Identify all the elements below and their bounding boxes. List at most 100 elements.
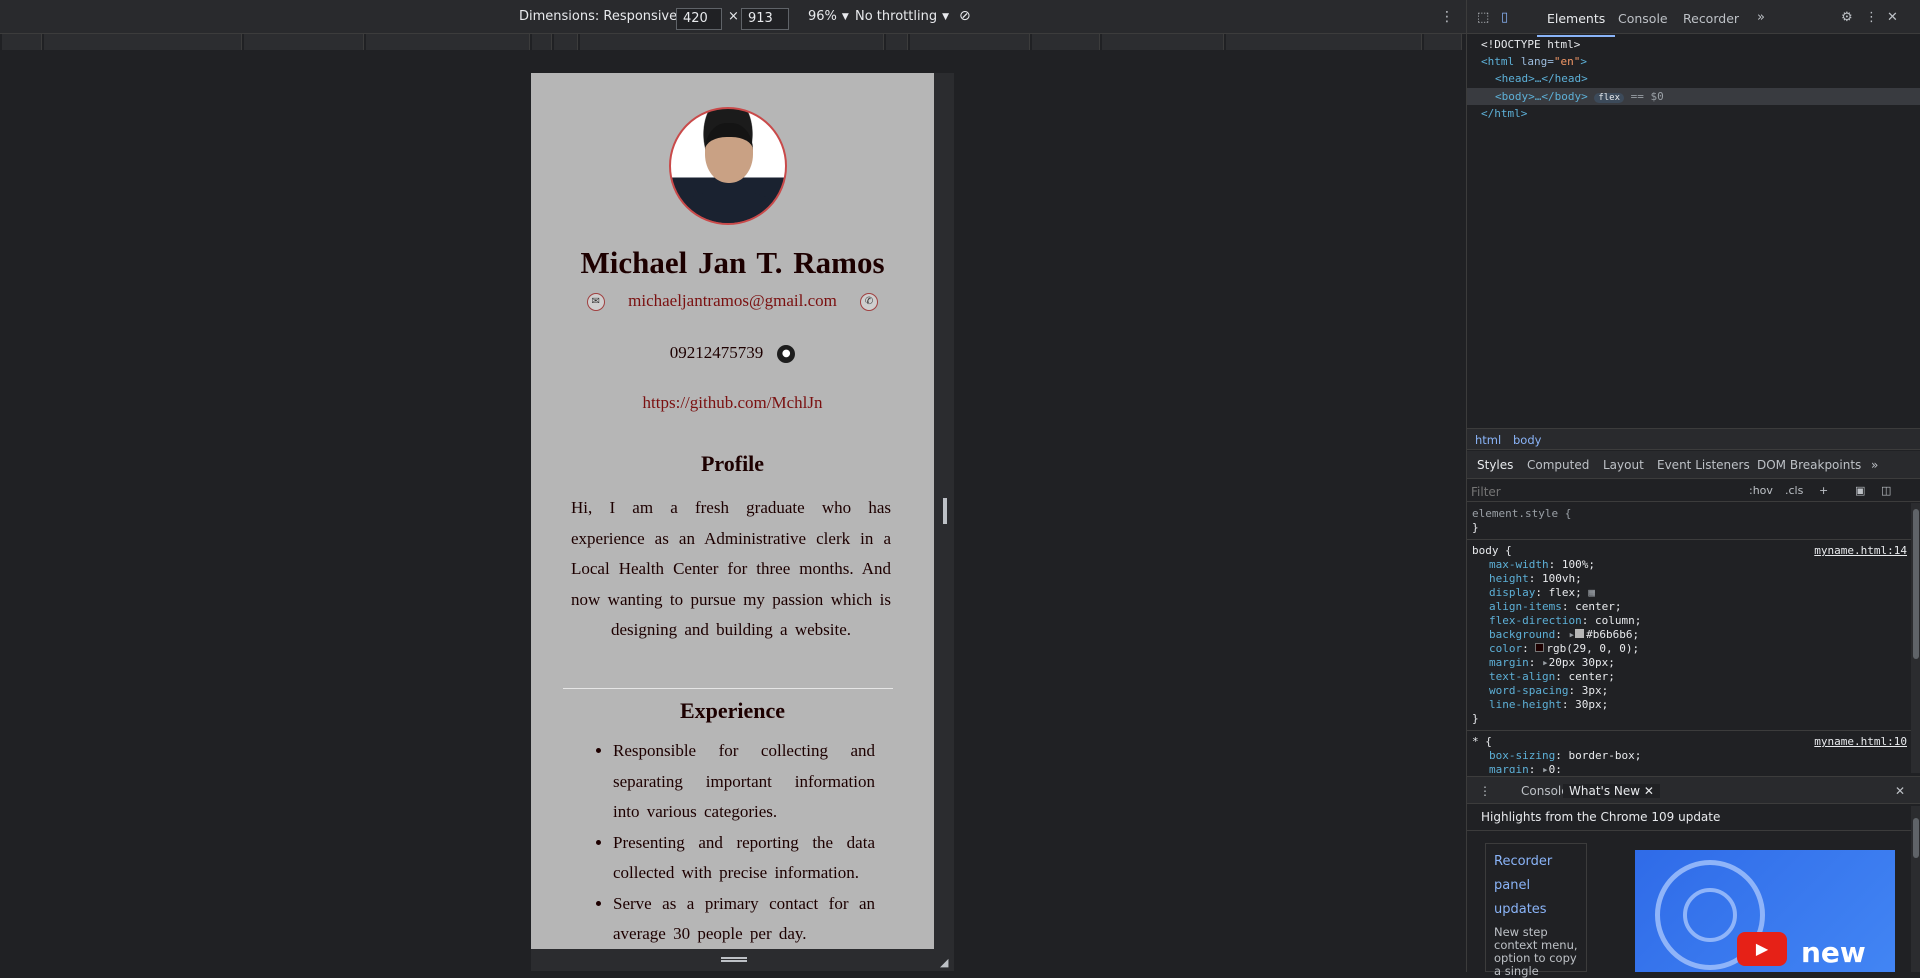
media-query-segment[interactable] bbox=[910, 34, 1030, 50]
flex-editor-icon[interactable]: ▦ bbox=[1588, 586, 1595, 599]
zoom-dropdown[interactable]: 96% ▼ bbox=[808, 9, 849, 24]
paint-icon[interactable]: ▣ bbox=[1855, 484, 1865, 497]
inspect-icon[interactable]: ⬚ bbox=[1477, 10, 1489, 25]
drawer-menu-icon[interactable]: ⋮ bbox=[1479, 784, 1491, 798]
hov-toggle[interactable]: :hov bbox=[1749, 484, 1773, 497]
css-declaration[interactable]: align-items: center; bbox=[1489, 600, 1621, 614]
css-declaration[interactable]: text-align: center; bbox=[1489, 670, 1615, 684]
new-rule-button[interactable]: + bbox=[1819, 484, 1828, 497]
close-tab-icon[interactable]: ✕ bbox=[1644, 784, 1654, 798]
css-declaration[interactable]: box-sizing: border-box; bbox=[1489, 749, 1641, 763]
flex-badge[interactable]: flex bbox=[1594, 93, 1625, 103]
device-toggle-icon[interactable]: ▯ bbox=[1501, 10, 1508, 25]
body-rule-source[interactable]: myname.html:14 bbox=[1814, 544, 1907, 558]
corner-resize-icon[interactable]: ◢ bbox=[940, 956, 948, 969]
css-declaration[interactable]: color: rgb(29, 0, 0); bbox=[1489, 642, 1639, 656]
body-rule-selector[interactable]: body { bbox=[1472, 544, 1512, 558]
expand-icon[interactable]: ▸ bbox=[1542, 763, 1549, 773]
drawer-tab-console[interactable]: Console bbox=[1521, 784, 1569, 798]
scrollbar-thumb[interactable] bbox=[1913, 818, 1919, 858]
media-query-segment[interactable] bbox=[1102, 34, 1224, 50]
drawer-tab-whats-new[interactable]: What's New ✕ bbox=[1563, 784, 1660, 798]
more-options-icon[interactable]: ⋮ bbox=[1440, 9, 1454, 25]
styles-rules: element.style { } body { myname.html:14 … bbox=[1467, 503, 1911, 773]
css-declaration[interactable]: max-width: 100%; bbox=[1489, 558, 1595, 572]
github-link[interactable]: https://github.com/MchlJn bbox=[643, 393, 823, 412]
whats-new-card[interactable]: Recorder panel updates New step context … bbox=[1485, 843, 1587, 978]
star-rule-selector[interactable]: * { bbox=[1472, 735, 1492, 749]
media-query-segment[interactable] bbox=[554, 34, 578, 50]
css-declaration[interactable]: display: flex; ▦ bbox=[1489, 586, 1595, 600]
css-declaration[interactable]: height: 100vh; bbox=[1489, 572, 1582, 586]
card-link-line[interactable]: updates bbox=[1494, 898, 1578, 922]
gear-icon[interactable]: ⚙ bbox=[1841, 10, 1853, 25]
video-thumbnail[interactable]: ▶ new bbox=[1635, 850, 1895, 972]
css-declaration[interactable]: flex-direction: column; bbox=[1489, 614, 1641, 628]
throttling-dropdown[interactable]: No throttling ▼ bbox=[855, 9, 949, 24]
css-declaration[interactable]: word-spacing: 3px; bbox=[1489, 684, 1608, 698]
more-tabs-icon[interactable]: » bbox=[1757, 10, 1765, 25]
media-query-segment[interactable] bbox=[886, 34, 908, 50]
scrollbar-thumb[interactable] bbox=[1913, 509, 1919, 659]
css-value: rgb(29, 0, 0); bbox=[1546, 642, 1640, 655]
star-rule-source[interactable]: myname.html:10 bbox=[1814, 735, 1907, 749]
sidebar-toggle-icon[interactable]: ◫ bbox=[1881, 484, 1891, 497]
right-resize-handle[interactable] bbox=[934, 73, 954, 949]
media-query-segment[interactable] bbox=[1424, 34, 1462, 50]
css-declaration[interactable]: line-height: 30px; bbox=[1489, 698, 1608, 712]
cls-toggle[interactable]: .cls bbox=[1785, 484, 1803, 497]
dom-body[interactable]: <body>…</body> flex == $0 bbox=[1495, 90, 1664, 103]
tab-recorder[interactable]: Recorder bbox=[1683, 11, 1739, 26]
breadcrumb-html[interactable]: html bbox=[1475, 433, 1501, 447]
youtube-play-icon[interactable]: ▶ bbox=[1737, 932, 1787, 966]
media-query-segment[interactable] bbox=[244, 34, 364, 50]
css-declaration[interactable]: margin: ▸0; bbox=[1489, 763, 1562, 773]
close-icon[interactable]: ✕ bbox=[1887, 10, 1898, 25]
photo-shirt bbox=[681, 191, 777, 223]
css-declaration[interactable]: margin: ▸20px 30px; bbox=[1489, 656, 1615, 670]
tab-event-listeners[interactable]: Event Listeners bbox=[1657, 458, 1750, 472]
media-query-segment[interactable] bbox=[1032, 34, 1100, 50]
media-query-segment[interactable] bbox=[532, 34, 552, 50]
media-query-segment[interactable] bbox=[2, 34, 42, 50]
dom-html-open[interactable]: <html lang="en"> bbox=[1481, 55, 1587, 68]
css-property: line-height bbox=[1489, 698, 1562, 711]
dimensions-dropdown[interactable]: Dimensions: Responsive▼ bbox=[519, 9, 689, 24]
color-swatch[interactable] bbox=[1535, 643, 1545, 652]
tab-styles[interactable]: Styles bbox=[1477, 458, 1513, 472]
color-swatch[interactable] bbox=[1575, 629, 1585, 638]
height-input[interactable]: 913 bbox=[741, 8, 789, 30]
css-property: background bbox=[1489, 628, 1556, 641]
more-tabs-icon[interactable]: » bbox=[1871, 458, 1878, 472]
email-link[interactable]: michaeljantramos@gmail.com bbox=[628, 291, 837, 310]
card-link-line[interactable]: Recorder bbox=[1494, 850, 1578, 874]
expand-icon[interactable]: ▸ bbox=[1542, 656, 1549, 669]
css-property: height bbox=[1489, 572, 1529, 585]
media-query-segment[interactable] bbox=[44, 34, 242, 50]
bottom-resize-handle[interactable] bbox=[531, 949, 954, 971]
media-query-segment[interactable] bbox=[1226, 34, 1422, 50]
media-query-segment[interactable] bbox=[366, 34, 530, 50]
drawer-tabbar: ⋮ Console What's New ✕ ✕ bbox=[1467, 776, 1920, 804]
tab-layout[interactable]: Layout bbox=[1603, 458, 1644, 472]
tab-computed[interactable]: Computed bbox=[1527, 458, 1589, 472]
element-style-selector[interactable]: element.style { bbox=[1472, 507, 1571, 521]
dom-head[interactable]: <head>…</head> bbox=[1495, 72, 1588, 85]
kebab-menu-icon[interactable]: ⋮ bbox=[1865, 10, 1878, 25]
close-drawer-icon[interactable]: ✕ bbox=[1895, 784, 1905, 798]
tab-elements[interactable]: Elements bbox=[1536, 11, 1616, 37]
css-declaration[interactable]: background: ▸ #b6b6b6; bbox=[1489, 628, 1639, 642]
filter-input[interactable] bbox=[1471, 483, 1741, 500]
drawer-scrollbar[interactable] bbox=[1911, 806, 1920, 972]
media-query-segment[interactable] bbox=[580, 34, 884, 50]
tab-dom-breakpoints[interactable]: DOM Breakpoints bbox=[1757, 458, 1861, 472]
expand-icon[interactable]: ▸ bbox=[1568, 628, 1575, 641]
width-input[interactable]: 420 bbox=[676, 8, 722, 30]
tab-console[interactable]: Console bbox=[1618, 11, 1668, 26]
rotate-icon[interactable]: ⊘ bbox=[959, 8, 971, 24]
styles-scrollbar[interactable] bbox=[1911, 503, 1920, 773]
card-link-line[interactable]: panel bbox=[1494, 874, 1578, 898]
breadcrumb-body[interactable]: body bbox=[1513, 433, 1541, 447]
body-node: <body>…</body> bbox=[1495, 90, 1588, 103]
lang-attr: lang= bbox=[1514, 55, 1554, 68]
